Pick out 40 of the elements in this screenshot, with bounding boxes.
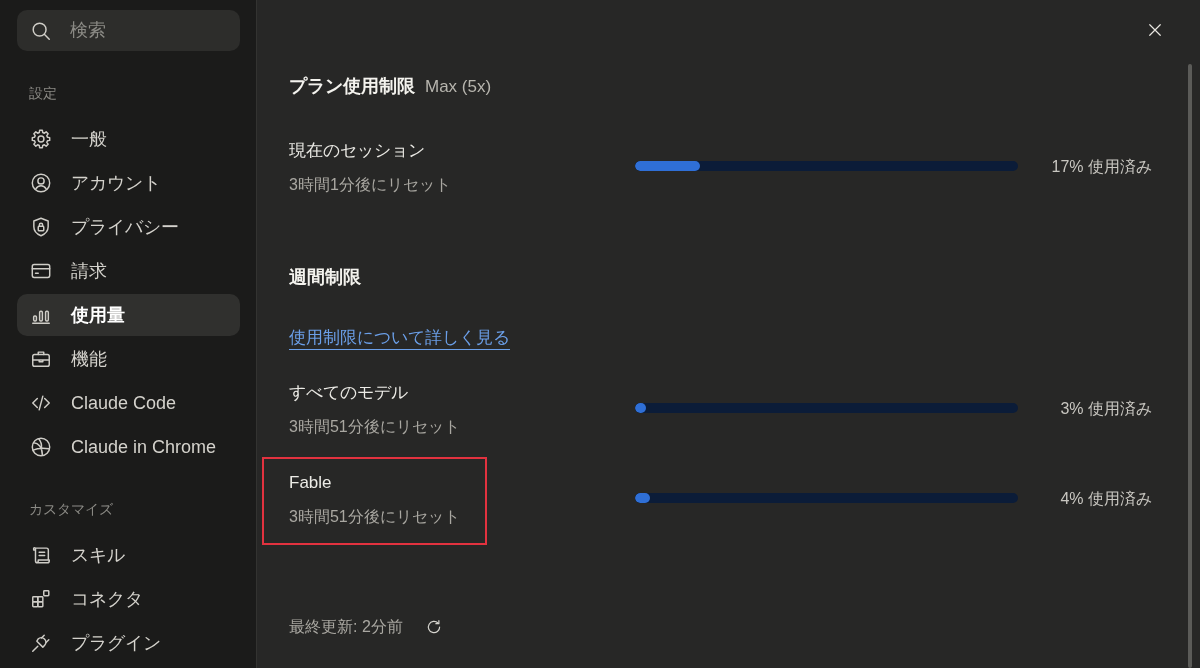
meter-name: すべてのモデル — [289, 382, 409, 404]
reset-time: 3時間51分後にリセット — [289, 417, 460, 437]
sidebar-item[interactable]: Claude Code — [17, 382, 240, 424]
search-field[interactable]: 検索 — [17, 10, 240, 51]
section-title: 週間制限 — [289, 267, 361, 287]
sidebar-item[interactable]: 請求 — [17, 250, 240, 292]
scrollbar-thumb[interactable] — [1188, 64, 1192, 668]
gear-icon — [30, 128, 52, 150]
sidebar-item[interactable]: プラグイン — [17, 622, 240, 664]
usage-reading: 17% 使用済み — [1051, 158, 1152, 175]
learn-more-link[interactable]: 使用制限について詳しく見る — [289, 325, 510, 351]
code-icon — [30, 392, 52, 414]
sidebar-item[interactable]: アカウント — [17, 162, 240, 204]
meter-name: Fable — [289, 472, 333, 494]
sidebar-item[interactable]: 一般 — [17, 118, 240, 160]
last-updated-text: 最終更新: 2分前 — [289, 617, 403, 637]
sidebar-item[interactable]: コネクタ — [17, 578, 240, 620]
search-icon — [30, 19, 52, 42]
section-title: プラン使用制限 — [289, 75, 415, 98]
scroll-icon — [30, 544, 52, 566]
reset-time: 3時間51分後にリセット — [289, 507, 460, 527]
meter-name: 現在のセッション — [289, 140, 426, 162]
usage-reading: 4% 使用済み — [1060, 490, 1152, 507]
globe-icon — [30, 436, 52, 458]
reset-time: 3時間1分後にリセット — [289, 175, 451, 195]
usage-reading: 3% 使用済み — [1060, 400, 1152, 417]
sidebar-item[interactable]: 機能 — [17, 338, 240, 380]
plan-name: Max (5x) — [425, 76, 492, 98]
sidebar-item[interactable]: 使用量 — [17, 294, 240, 336]
sidebar-item[interactable]: スキル — [17, 534, 240, 576]
section-heading: カスタマイズ — [28, 500, 114, 519]
section-heading: 設定 — [28, 84, 58, 103]
sidebar-item[interactable]: プライバシー — [17, 206, 240, 248]
blocks-icon — [30, 588, 52, 610]
shield-lock-icon — [30, 216, 52, 238]
close-icon — [1146, 21, 1164, 39]
plug-icon — [30, 632, 52, 654]
briefcase-icon — [30, 348, 52, 370]
sidebar-item[interactable]: Claude in Chrome — [17, 426, 240, 468]
user-circle-icon — [30, 172, 52, 194]
